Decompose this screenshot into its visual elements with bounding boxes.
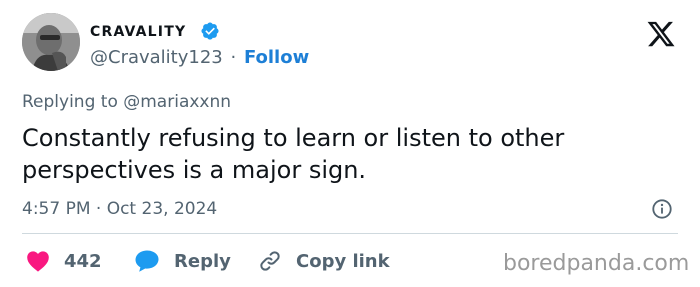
watermark: boredpanda.com [503,251,690,276]
reply-bubble-icon [135,250,159,272]
heart-icon [27,251,49,272]
like-button[interactable]: 442 [26,249,102,273]
display-name[interactable]: CRAVALITY [90,24,186,40]
verified-badge-icon [201,22,219,40]
avatar[interactable] [22,13,80,71]
author-handle[interactable]: @Cravality123 [90,47,223,68]
link-icon [260,251,280,271]
like-count: 442 [64,250,102,272]
x-logo-icon[interactable] [646,19,676,49]
info-icon[interactable] [651,198,673,220]
tweet-text: Constantly refusing to learn or listen t… [22,124,565,184]
handle-line: @Cravality123 · Follow [90,47,309,68]
follow-button[interactable]: Follow [244,47,309,68]
handle-separator: · [230,47,237,68]
copy-link-label: Copy link [296,250,390,272]
tweet-timestamp[interactable]: 4:57 PM · Oct 23, 2024 [22,199,217,219]
replying-to: Replying to @mariaxxnn [22,92,231,112]
divider [22,233,678,234]
replying-prefix: Replying to [22,92,118,112]
copy-link-button[interactable]: Copy link [258,249,390,273]
avatar-photo [22,13,80,71]
reply-button[interactable]: Reply [134,249,231,273]
reply-label: Reply [174,250,231,272]
reply-mention-link[interactable]: @mariaxxnn [123,92,231,112]
